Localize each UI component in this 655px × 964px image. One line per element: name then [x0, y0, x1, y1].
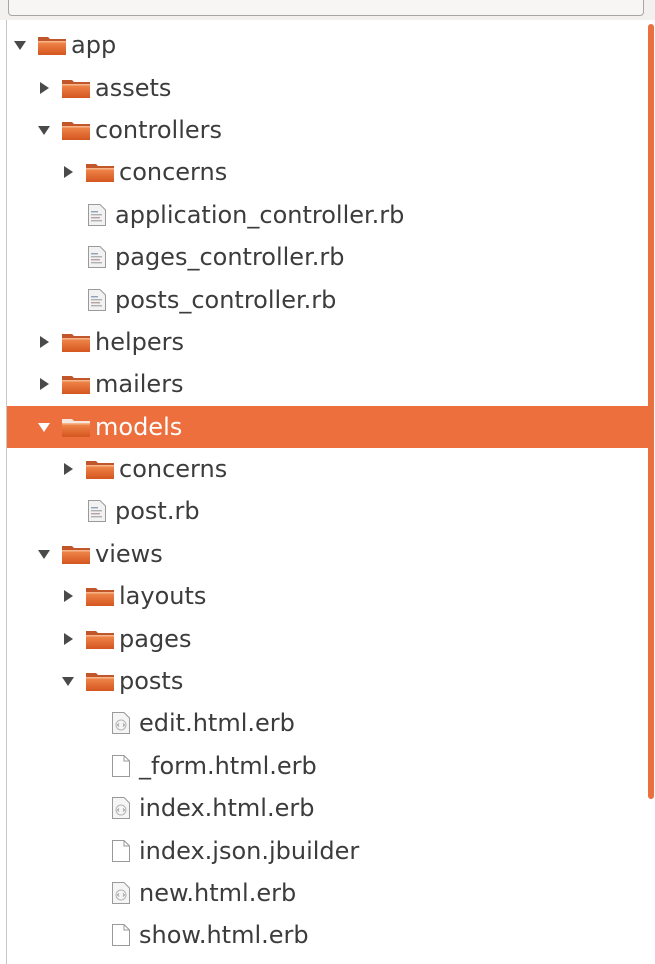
expand-arrow-right-icon[interactable] — [33, 77, 55, 99]
tree-item-label: show.html.erb — [139, 921, 309, 950]
expand-arrow-right-icon[interactable] — [33, 331, 55, 353]
html-file-icon — [111, 881, 131, 905]
tree-item-label: mailers — [95, 370, 184, 399]
expand-arrow-right-icon[interactable] — [57, 161, 79, 183]
folder-icon — [61, 330, 91, 354]
expand-arrow-right-icon[interactable] — [57, 458, 79, 480]
tree-folder-row[interactable]: controllers — [7, 109, 648, 151]
tree-item-label: models — [95, 412, 183, 441]
tree-folder-row[interactable]: assets — [7, 66, 648, 108]
expand-arrow-down-icon[interactable] — [33, 119, 55, 141]
folder-icon — [85, 160, 115, 184]
plain-file-icon — [111, 754, 131, 778]
tree-folder-row[interactable]: app — [7, 24, 648, 66]
folder-icon — [61, 118, 91, 142]
folder-icon — [85, 584, 115, 608]
tree-folder-row[interactable]: models — [7, 405, 648, 448]
expand-arrow-down-icon[interactable] — [57, 670, 79, 692]
tree-folder-row[interactable]: posts — [7, 660, 648, 702]
tree-item-label: views — [95, 539, 163, 568]
tree-file-row[interactable]: pages_controller.rb — [7, 236, 648, 278]
tree-item-label: posts_controller.rb — [115, 285, 337, 314]
tree-file-row[interactable]: index.html.erb — [7, 787, 648, 829]
tree-item-label: controllers — [95, 115, 222, 144]
plain-file-icon — [111, 923, 131, 947]
tree-folder-row[interactable]: helpers — [7, 321, 648, 363]
html-file-icon — [111, 711, 131, 735]
tree-item-label: edit.html.erb — [139, 709, 295, 738]
folder-icon — [61, 76, 91, 100]
tree-item-label: _form.html.erb — [139, 751, 317, 780]
ruby-file-icon — [87, 288, 107, 312]
expand-arrow-right-icon[interactable] — [57, 585, 79, 607]
expand-arrow-down-icon[interactable] — [33, 543, 55, 565]
plain-file-icon — [111, 839, 131, 863]
expand-arrow-right-icon[interactable] — [33, 373, 55, 395]
ruby-file-icon — [87, 203, 107, 227]
tree-item-label: index.json.jbuilder — [139, 836, 360, 865]
file-tree: app assets controllers concerns application_… — [7, 24, 648, 957]
tree-folder-row[interactable]: concerns — [7, 151, 648, 193]
tree-item-label: layouts — [119, 582, 207, 611]
tree-item-label: concerns — [119, 455, 228, 484]
folder-icon — [61, 415, 91, 439]
tree-item-label: new.html.erb — [139, 879, 297, 907]
folder-icon — [61, 542, 91, 566]
folder-icon — [85, 669, 115, 693]
tree-file-row[interactable]: _form.html.erb — [7, 745, 648, 787]
top-toolbar-area — [0, 0, 655, 20]
tree-folder-row[interactable]: concerns — [7, 448, 648, 490]
tree-folder-row[interactable]: layouts — [7, 575, 648, 617]
top-panel-frame — [8, 0, 644, 16]
tree-item-label: helpers — [95, 327, 185, 356]
tree-item-label: application_controller.rb — [115, 200, 405, 229]
tree-file-row[interactable]: new.html.erb — [7, 872, 648, 914]
tree-item-label: concerns — [119, 158, 228, 187]
html-file-icon — [111, 796, 131, 820]
folder-icon — [61, 372, 91, 396]
expand-arrow-right-icon[interactable] — [57, 628, 79, 650]
tree-item-label: pages_controller.rb — [115, 243, 345, 272]
tree-file-row[interactable]: show.html.erb — [7, 914, 648, 956]
ruby-file-icon — [87, 499, 107, 523]
expand-arrow-down-icon[interactable] — [9, 34, 31, 56]
tree-folder-row[interactable]: pages — [7, 617, 648, 659]
tree-item-label: posts — [119, 667, 184, 696]
expand-arrow-down-icon[interactable] — [33, 416, 55, 438]
tree-file-row[interactable]: edit.html.erb — [7, 702, 648, 744]
tree-item-label: index.html.erb — [139, 794, 315, 823]
tree-file-row[interactable]: post.rb — [7, 490, 648, 532]
folder-icon — [85, 627, 115, 651]
tree-item-label: post.rb — [115, 497, 200, 526]
ruby-file-icon — [87, 245, 107, 269]
tree-item-label: pages — [119, 624, 192, 653]
tree-item-label: assets — [95, 73, 172, 102]
tree-item-label: app — [71, 31, 117, 60]
folder-icon — [37, 33, 67, 57]
tree-file-row[interactable]: posts_controller.rb — [7, 278, 648, 320]
vertical-scrollbar[interactable] — [648, 24, 654, 799]
tree-folder-row[interactable]: mailers — [7, 363, 648, 405]
tree-file-row[interactable]: application_controller.rb — [7, 194, 648, 236]
folder-icon — [85, 457, 115, 481]
tree-folder-row[interactable]: views — [7, 533, 648, 575]
tree-file-row[interactable]: index.json.jbuilder — [7, 829, 648, 871]
